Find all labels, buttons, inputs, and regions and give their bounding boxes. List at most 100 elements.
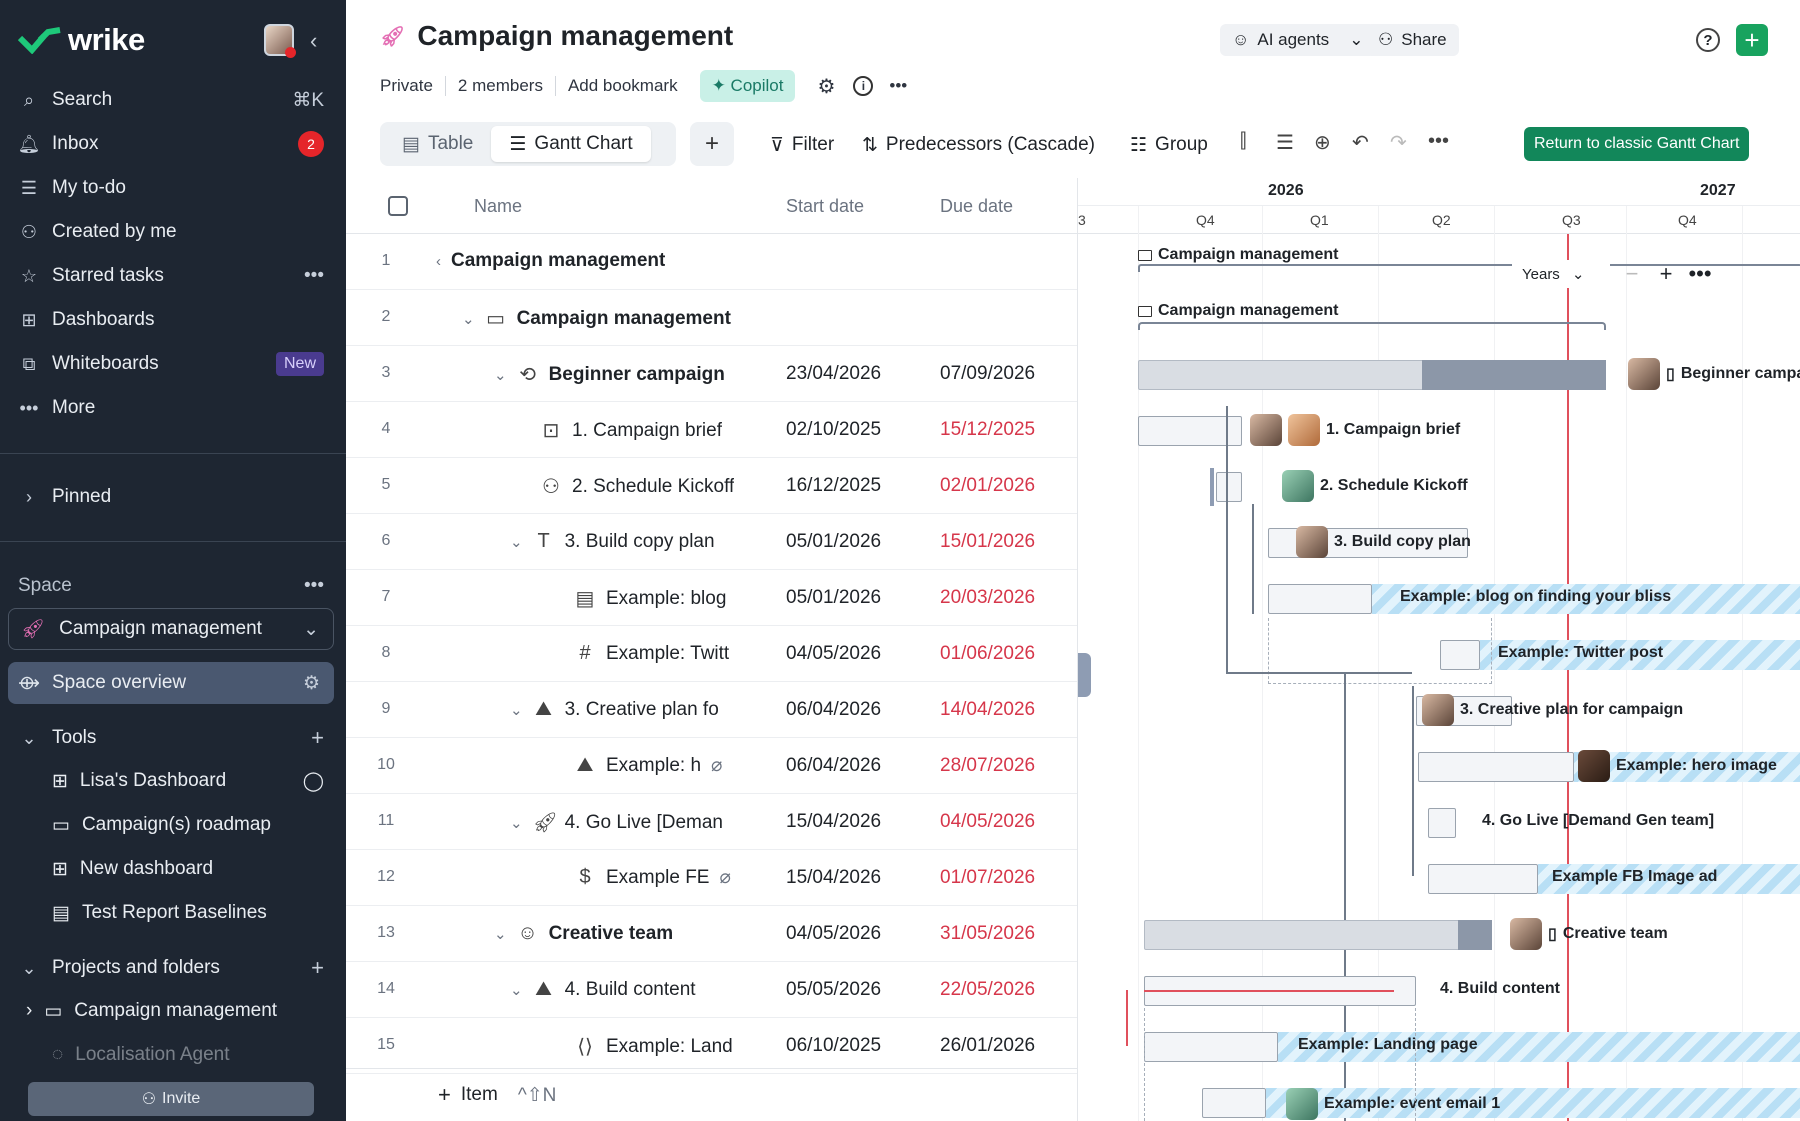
redo-icon[interactable]: ↷	[1390, 130, 1407, 155]
nav-whiteboards[interactable]: ⧉ Whiteboards New	[0, 342, 346, 386]
tool-item[interactable]: ▭ Campaign(s) roadmap	[0, 804, 346, 846]
table-row[interactable]: 1 ‹ Campaign management	[346, 234, 1077, 290]
help-icon[interactable]: ?	[1696, 28, 1720, 52]
gantt-bar[interactable]	[1428, 864, 1538, 894]
start-date-cell[interactable]: 02/10/2025	[786, 419, 881, 441]
due-date-cell[interactable]: 15/12/2025	[940, 419, 1035, 441]
gantt-bar[interactable]	[1428, 808, 1456, 838]
chevron-down-icon[interactable]: ⌄	[494, 366, 507, 384]
add-bookmark-link[interactable]: Add bookmark	[554, 76, 690, 96]
undo-icon[interactable]: ↶	[1352, 130, 1369, 155]
chevron-down-icon[interactable]: ⌄	[494, 925, 507, 943]
space-selector[interactable]: 🚀︎ Campaign management ⌄	[8, 608, 334, 650]
zoom-out-icon[interactable]: −	[1618, 260, 1646, 288]
table-row[interactable]: 6 ⌄ T 3. Build copy plan 05/01/2026 15/01/202…	[346, 514, 1077, 570]
scale-selector[interactable]: Years ⌄	[1512, 260, 1610, 288]
task-name-cell[interactable]: ⌄ ☺ Creative team	[494, 922, 673, 945]
due-date-cell[interactable]: 02/01/2026	[940, 475, 1035, 497]
due-date-cell[interactable]: 20/03/2026	[940, 587, 1035, 609]
gantt-bar[interactable]	[1418, 752, 1574, 782]
table-row[interactable]: 5 ⚇ 2. Schedule Kickoff 16/12/2025 02/01/202…	[346, 458, 1077, 514]
task-name-cell[interactable]: ▤ Example: blog	[574, 586, 727, 611]
share-button[interactable]: ⚇ Share	[1366, 24, 1459, 56]
add-tool-icon[interactable]: +	[311, 725, 324, 751]
task-name-cell[interactable]: ⌄ 🚀︎ 4. Go Live [Deman	[510, 810, 723, 835]
members-label[interactable]: 2 members	[444, 76, 555, 96]
columns-icon[interactable]: ⫿	[1240, 130, 1246, 153]
table-row[interactable]: 11 ⌄ 🚀︎ 4. Go Live [Deman 15/04/2026 04/05/20…	[346, 794, 1077, 850]
start-date-cell[interactable]: 05/05/2026	[786, 979, 881, 1001]
gantt-bar[interactable]	[1268, 584, 1372, 614]
table-row[interactable]: 9 ⌄ ⛰ 3. Creative plan fo 06/04/2026 14/04/20…	[346, 682, 1077, 738]
table-row[interactable]: 3 ⌄ ⟲ Beginner campaign 23/04/2026 07/09/2026	[346, 346, 1077, 402]
predecessors-button[interactable]: ⇅ Predecessors (Cascade)	[862, 130, 1095, 160]
start-date-cell[interactable]: 04/05/2026	[786, 643, 881, 665]
table-row[interactable]: 8 # Example: Twitt 04/05/2026 01/06/2026	[346, 626, 1077, 682]
zoom-in-icon[interactable]: +	[1652, 260, 1680, 288]
start-date-cell[interactable]: 05/01/2026	[786, 531, 881, 553]
user-avatar[interactable]	[264, 24, 296, 58]
return-classic-gantt-button[interactable]: Return to classic Gantt Chart	[1524, 127, 1750, 161]
nav-created-by-me[interactable]: ⚇ Created by me	[0, 210, 346, 254]
due-date-cell[interactable]: 28/07/2026	[940, 755, 1035, 777]
start-date-cell[interactable]: 15/04/2026	[786, 867, 881, 889]
task-name-cell[interactable]: ⌄ ▭ Campaign management	[462, 306, 731, 331]
group-button[interactable]: ☷ Group	[1130, 130, 1208, 160]
nav-my-todo[interactable]: ☰ My to-do	[0, 166, 346, 210]
tab-table[interactable]: ▤ Table	[384, 126, 491, 162]
add-project-icon[interactable]: +	[311, 955, 324, 981]
due-date-cell[interactable]: 07/09/2026	[940, 363, 1035, 385]
pinned-section[interactable]: › Pinned	[0, 475, 346, 519]
due-date-cell[interactable]: 26/01/2026	[940, 1035, 1035, 1057]
due-date-cell[interactable]: 01/07/2026	[940, 867, 1035, 889]
due-date-cell[interactable]: 04/05/2026	[940, 811, 1035, 833]
create-new-button[interactable]: +	[1736, 24, 1768, 56]
tab-gantt-chart[interactable]: ☰ Gantt Chart	[491, 126, 651, 162]
chevron-down-icon[interactable]: ⌄	[510, 533, 523, 551]
table-row[interactable]: 12 $ Example FE ⌀ 15/04/2026 01/07/2026	[346, 850, 1077, 906]
more-options-icon[interactable]: •••	[1428, 130, 1449, 153]
filter-button[interactable]: ⊽ Filter	[770, 130, 834, 160]
task-name-cell[interactable]: ⟨⟩ Example: Land	[574, 1034, 733, 1059]
task-name-cell[interactable]: ⊡ 1. Campaign brief	[540, 418, 722, 443]
start-date-cell[interactable]: 05/01/2026	[786, 587, 881, 609]
more-options-icon[interactable]: •••	[1686, 260, 1714, 288]
chevron-down-icon[interactable]: ⌄	[462, 310, 475, 328]
task-name-cell[interactable]: ⌄ ⛰ 3. Creative plan fo	[510, 698, 719, 721]
nav-inbox[interactable]: 🔔︎ Inbox 2	[0, 122, 346, 166]
resize-handle[interactable]	[1078, 653, 1091, 697]
privacy-label[interactable]: Private	[380, 76, 445, 96]
task-name-cell[interactable]: $ Example FE ⌀	[574, 866, 731, 889]
projects-section[interactable]: ⌄ Projects and folders +	[0, 946, 346, 990]
nav-search[interactable]: ⌕ Search ⌘K	[0, 78, 346, 122]
task-name-cell[interactable]: ⛰ Example: h ⌀	[574, 754, 723, 777]
start-date-cell[interactable]: 15/04/2026	[786, 811, 881, 833]
tools-section[interactable]: ⌄ Tools +	[0, 716, 346, 760]
table-row[interactable]: 15 ⟨⟩ Example: Land 06/10/2025 26/01/2026	[346, 1018, 1077, 1074]
info-icon[interactable]: i	[853, 76, 874, 96]
project-item[interactable]: ◌ Localisation Agent	[0, 1034, 346, 1076]
task-name-cell[interactable]: ⌄ T 3. Build copy plan	[510, 530, 715, 553]
task-name-cell[interactable]: # Example: Twitt	[574, 642, 729, 665]
gantt-bar[interactable]	[1216, 472, 1242, 502]
start-date-cell[interactable]: 16/12/2025	[786, 475, 881, 497]
gantt-chart[interactable]: 2026 2027 3 Q4 Q1 Q2 Q3 Q4 Campaign mana…	[1077, 178, 1800, 1121]
table-row[interactable]: 7 ▤ Example: blog 05/01/2026 20/03/2026	[346, 570, 1077, 626]
start-date-cell[interactable]: 04/05/2026	[786, 923, 881, 945]
collapse-sidebar-icon[interactable]: ‹	[310, 28, 317, 54]
due-date-cell[interactable]: 15/01/2026	[940, 531, 1035, 553]
more-options-icon[interactable]: •••	[304, 265, 324, 287]
invite-button[interactable]: ⚇ Invite	[28, 1082, 314, 1116]
due-date-cell[interactable]: 14/04/2026	[940, 699, 1035, 721]
chevron-left-icon[interactable]: ‹	[436, 253, 441, 270]
task-name-cell[interactable]: ⌄ ⟲ Beginner campaign	[494, 362, 725, 387]
copilot-button[interactable]: ✦ Copilot	[699, 70, 796, 102]
nav-dashboards[interactable]: ⊞ Dashboards	[0, 298, 346, 342]
space-more-icon[interactable]: •••	[304, 575, 324, 597]
add-item-row[interactable]: + Item ^⇧N	[346, 1068, 1077, 1121]
tool-item[interactable]: ⊞ Lisa's Dashboard ◯	[0, 760, 346, 802]
due-date-cell[interactable]: 01/06/2026	[940, 643, 1035, 665]
gear-icon[interactable]: ⚙	[817, 74, 835, 99]
start-date-cell[interactable]: 06/10/2025	[786, 1035, 881, 1057]
gear-icon[interactable]: ⚙	[303, 672, 320, 695]
